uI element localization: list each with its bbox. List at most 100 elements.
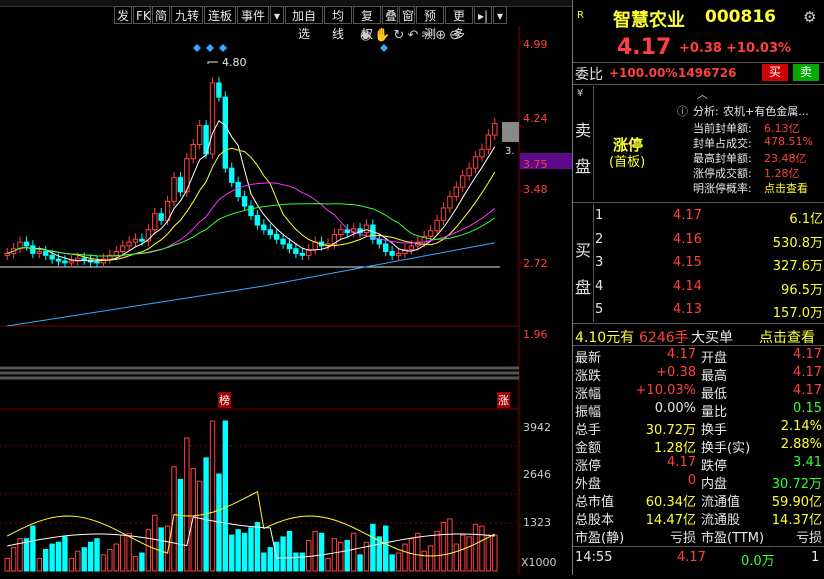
toolbar-button[interactable]: 叠 xyxy=(382,6,398,24)
tick-volume: 0.0万 xyxy=(741,554,775,569)
sell-info-value: 6.13亿 xyxy=(764,122,800,135)
quote-label: 跌停 xyxy=(701,459,728,474)
toolbar-button[interactable]: 更多 xyxy=(445,6,473,41)
toolbar-button[interactable]: 事件 xyxy=(237,6,269,24)
sell-button[interactable]: 卖 xyxy=(793,64,819,81)
tick-time: 14:55 xyxy=(575,550,613,565)
quote-label: 换手 xyxy=(701,423,728,438)
quote-value: 亏损 xyxy=(795,531,822,546)
buy-level-price: 4.14 xyxy=(673,278,702,294)
gear-icon[interactable]: ⚙ xyxy=(803,8,816,26)
quote-value: 4.17 xyxy=(793,383,822,398)
buy-level-number: 5 xyxy=(595,302,604,317)
sell-info-value: 23.48亿 xyxy=(764,152,807,165)
quote-label: 市盈(静) xyxy=(575,531,625,546)
quote-label: 总股本 xyxy=(575,513,615,528)
buy-level-number: 1 xyxy=(595,208,604,223)
toolbar-button[interactable]: 九转 xyxy=(171,6,203,24)
quote-label: 开盘 xyxy=(701,351,728,366)
volume-axis-label: 3942 xyxy=(523,421,551,434)
quote-label: 最低 xyxy=(701,387,728,402)
undo-icon[interactable]: ↶ xyxy=(407,28,421,43)
quote-value: 2.14% xyxy=(780,419,822,434)
stock-change-pct: +10.03% xyxy=(726,41,792,56)
buy-level-price: 4.16 xyxy=(673,231,702,247)
quote-label: 内盘 xyxy=(701,477,728,492)
sell-side-label: 盘 xyxy=(575,157,592,176)
toolbar-button[interactable]: 窗 xyxy=(399,6,415,24)
toolbar-button[interactable]: 发 xyxy=(114,6,132,24)
quote-value: 0.15 xyxy=(793,401,822,416)
divider xyxy=(573,202,824,203)
quote-label: 最高 xyxy=(701,369,728,384)
toolbar-button[interactable]: ▾ xyxy=(270,6,284,24)
zoom-out-icon[interactable]: ⊖ xyxy=(449,28,463,43)
sort-icon[interactable]: ¥ xyxy=(577,88,583,99)
sell-info-label: 涨停成交额: xyxy=(693,167,752,180)
volume-unit-label: X1000 xyxy=(521,556,557,569)
big-order-link[interactable]: 点击查看 xyxy=(759,327,815,347)
info-icon[interactable]: ⓘ xyxy=(677,103,688,119)
quote-label: 涨停 xyxy=(575,459,602,474)
buy-level-volume: 96.5万 xyxy=(781,282,823,298)
toolbar-button[interactable]: FK xyxy=(133,6,151,24)
buy-level-number: 4 xyxy=(595,278,604,294)
quote-value: 30.72万 xyxy=(771,477,822,492)
quote-value: 0 xyxy=(687,473,696,488)
zoom-in-icon[interactable]: ⊕ xyxy=(435,28,449,43)
tick-price: 4.17 xyxy=(677,550,706,565)
buy-level-row[interactable]: 5 4.13 157.0万 xyxy=(573,302,824,322)
refresh-icon[interactable]: ↻ xyxy=(394,28,408,43)
volume-axis-label: 2646 xyxy=(523,468,551,481)
kline-chart-area[interactable]: ◉✋↻↶✂⊕⊖ 4.99 4.24 3.75 3.48 2.72 1.96 4.… xyxy=(0,26,572,575)
chart-tools: ◉✋↻↶✂⊕⊖ xyxy=(360,28,463,43)
quote-value: 30.72万 xyxy=(645,423,696,438)
price-axis-label: 2.72 xyxy=(523,257,548,270)
price-axis-label: 4.24 xyxy=(523,112,548,125)
stock-code: 000816 xyxy=(705,7,776,27)
collapse-icon[interactable]: ︿ xyxy=(697,86,708,102)
divider xyxy=(573,84,824,85)
bang-marker[interactable]: 榜 xyxy=(218,392,231,408)
toolbar-button[interactable]: 预测 xyxy=(416,6,444,41)
buy-level-row[interactable]: 4 4.14 96.5万 xyxy=(573,279,824,299)
quote-value: 4.17 xyxy=(667,347,696,362)
zhang-marker[interactable]: 涨 xyxy=(497,392,510,408)
price-axis-label: 4.99 xyxy=(523,38,548,51)
toolbar-button[interactable]: 连板 xyxy=(204,6,236,24)
buy-level-row[interactable]: 2 4.16 530.8万 xyxy=(573,232,824,252)
quote-label: 最新 xyxy=(575,351,602,366)
buy-level-number: 2 xyxy=(595,231,604,247)
buy-level-volume: 530.8万 xyxy=(772,235,823,251)
analysis-value[interactable]: 农机+有色金属... xyxy=(723,103,809,119)
eye-icon[interactable]: ◉ xyxy=(360,28,374,43)
big-order-price: 4.10元有 xyxy=(575,330,635,346)
quote-value: 59.90亿 xyxy=(771,495,822,510)
toolbar-button[interactable]: 加自选 xyxy=(285,6,323,41)
kline-chart-svg[interactable] xyxy=(0,26,572,575)
analysis-label: 分析: xyxy=(693,105,719,118)
side-mark: 3. xyxy=(505,146,515,157)
buy-button[interactable]: 买 xyxy=(762,64,788,81)
quote-label: 振幅 xyxy=(575,405,602,420)
toolbar-button[interactable]: 复权 xyxy=(353,6,381,41)
sell-info-value[interactable]: 点击查看 xyxy=(764,180,808,196)
toolbar-button[interactable]: 均线 xyxy=(324,6,352,41)
buy-level-volume: 6.1亿 xyxy=(789,212,823,227)
toolbar-button[interactable]: 简 xyxy=(152,6,170,24)
toolbar-button[interactable]: ▸| xyxy=(474,6,492,24)
scissors-icon[interactable]: ✂ xyxy=(421,28,435,43)
buy-level-row[interactable]: 3 4.15 327.6万 xyxy=(573,255,824,275)
sell-info-label: 封单占成交: xyxy=(693,137,752,150)
toolbar-button[interactable]: ▾ xyxy=(493,6,507,24)
quote-label: 外盘 xyxy=(575,477,602,492)
buy-level-row[interactable]: 1 4.17 6.1亿 xyxy=(573,208,824,228)
quote-label: 市盈(TTM) xyxy=(701,531,765,546)
sell-info-value: 1.28亿 xyxy=(764,167,800,180)
quote-panel: R 智慧农业 000816 ⚙ 4.17 +0.38 +10.03% 委比 +1… xyxy=(572,0,824,575)
volume-axis-label: 1323 xyxy=(523,516,551,529)
hand-icon[interactable]: ✋ xyxy=(374,28,393,43)
weibi-label: 委比 xyxy=(575,67,603,83)
quote-value: +10.03% xyxy=(635,383,696,398)
sell-side-label: 卖 xyxy=(575,121,592,140)
